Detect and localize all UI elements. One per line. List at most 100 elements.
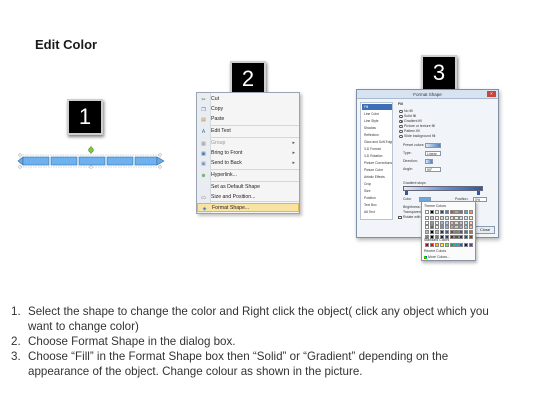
more-colors-item[interactable]: More Colors... — [428, 255, 450, 259]
close-icon[interactable]: × — [487, 91, 496, 97]
theme-color-swatch[interactable] — [429, 225, 435, 230]
theme-color-swatch[interactable] — [459, 229, 464, 235]
menu-item-format-shape[interactable]: ◈ Format Shape... — [197, 203, 299, 212]
theme-color-swatch[interactable] — [464, 229, 469, 235]
resize-handle[interactable] — [89, 165, 93, 169]
nav-item-3-d-rotation[interactable]: 3-D Rotation — [362, 153, 392, 159]
fill-option-radio[interactable] — [399, 134, 403, 139]
theme-color-swatch[interactable] — [459, 234, 464, 239]
resize-handle[interactable] — [158, 165, 162, 169]
theme-color-swatch[interactable] — [434, 225, 439, 230]
theme-color-swatch[interactable] — [444, 220, 449, 225]
theme-color-swatch[interactable] — [469, 229, 474, 235]
theme-color-swatch[interactable] — [425, 210, 430, 215]
standard-color-swatch[interactable] — [439, 243, 444, 248]
nav-item-picture-corrections[interactable]: Picture Corrections — [362, 160, 392, 166]
theme-color-swatch[interactable] — [469, 210, 474, 215]
menu-item-copy[interactable]: ❐ Copy — [197, 105, 299, 114]
theme-color-swatch[interactable] — [454, 234, 459, 239]
theme-color-swatch[interactable] — [469, 234, 474, 239]
gradient-stop-handle[interactable] — [477, 191, 480, 195]
resize-handle[interactable] — [158, 153, 162, 157]
theme-color-swatch[interactable] — [449, 220, 454, 225]
theme-color-swatch[interactable] — [434, 220, 439, 225]
fill-option-radio[interactable] — [399, 119, 403, 124]
nav-item-text-box[interactable]: Text Box — [362, 202, 392, 208]
theme-color-swatch[interactable] — [464, 220, 469, 225]
fill-option-radio[interactable] — [399, 124, 403, 129]
theme-color-swatch[interactable] — [444, 210, 449, 215]
nav-item-artistic-effects[interactable]: Artistic Effects — [362, 174, 392, 180]
standard-color-swatch[interactable] — [429, 243, 435, 248]
field-control[interactable] — [425, 143, 441, 148]
nav-item-crop[interactable]: Crop — [362, 181, 392, 187]
theme-color-swatch[interactable] — [434, 216, 439, 221]
field-control[interactable] — [425, 159, 433, 164]
standard-color-swatch[interactable] — [469, 243, 474, 248]
fill-option-radio[interactable] — [399, 114, 403, 119]
theme-color-swatch[interactable] — [425, 220, 430, 225]
field-control[interactable]: Linear — [425, 151, 441, 156]
theme-color-swatch[interactable] — [469, 225, 474, 230]
nav-item-reflection[interactable]: Reflection — [362, 132, 392, 138]
nav-item-alt-text[interactable]: Alt Text — [362, 209, 392, 215]
theme-color-swatch[interactable] — [454, 216, 459, 221]
standard-color-swatch[interactable] — [444, 243, 449, 248]
gradient-stops-bar[interactable] — [403, 186, 483, 191]
theme-color-swatch[interactable] — [449, 210, 454, 215]
theme-color-swatch[interactable] — [459, 220, 464, 225]
resize-handle[interactable] — [18, 165, 22, 169]
theme-color-swatch[interactable] — [444, 229, 449, 235]
theme-color-swatch[interactable] — [464, 225, 469, 230]
theme-color-swatch[interactable] — [429, 229, 435, 235]
fill-option-radio[interactable] — [399, 109, 403, 114]
theme-color-swatch[interactable] — [449, 216, 454, 221]
gradient-stop-handle[interactable] — [405, 191, 408, 195]
theme-color-swatch[interactable] — [464, 234, 469, 239]
theme-color-swatch[interactable] — [429, 210, 435, 215]
fill-option-radio[interactable] — [399, 129, 403, 134]
theme-color-swatch[interactable] — [459, 216, 464, 221]
nav-item-size[interactable]: Size — [362, 188, 392, 194]
rotation-handle[interactable] — [88, 147, 94, 153]
rotate-with-shape-checkbox[interactable] — [398, 215, 402, 220]
theme-color-swatch[interactable] — [425, 216, 430, 221]
menu-item-edit-text[interactable]: A Edit Text — [197, 127, 299, 136]
theme-color-swatch[interactable] — [464, 216, 469, 221]
theme-color-swatch[interactable] — [454, 225, 459, 230]
close-button[interactable]: Close — [475, 226, 495, 234]
resize-handle[interactable] — [18, 153, 22, 157]
nav-item-line-style[interactable]: Line Style — [362, 118, 392, 124]
theme-color-swatch[interactable] — [464, 210, 469, 215]
theme-color-swatch[interactable] — [439, 216, 444, 221]
standard-color-swatch[interactable] — [454, 243, 459, 248]
theme-color-swatch[interactable] — [449, 229, 454, 235]
nav-item-shadow[interactable]: Shadow — [362, 125, 392, 131]
menu-item-hyperlink[interactable]: ⊕ Hyperlink... — [197, 171, 299, 180]
nav-item-picture-color[interactable]: Picture Color — [362, 167, 392, 173]
standard-color-swatch[interactable] — [464, 243, 469, 248]
theme-color-swatch[interactable] — [454, 220, 459, 225]
nav-item-3-d-format[interactable]: 3-D Format — [362, 146, 392, 152]
theme-color-swatch[interactable] — [439, 225, 444, 230]
menu-item-cut[interactable]: ✂ Cut — [197, 95, 299, 104]
theme-color-swatch[interactable] — [459, 210, 464, 215]
theme-color-swatch[interactable] — [434, 210, 439, 215]
theme-color-swatch[interactable] — [434, 229, 439, 235]
theme-color-swatch[interactable] — [459, 225, 464, 230]
standard-color-swatch[interactable] — [434, 243, 439, 248]
theme-color-swatch[interactable] — [429, 220, 435, 225]
theme-color-swatch[interactable] — [454, 210, 459, 215]
menu-item-set-as-default-shape[interactable]: Set as Default Shape — [197, 183, 299, 192]
theme-color-swatch[interactable] — [429, 216, 435, 221]
theme-color-swatch[interactable] — [425, 225, 430, 230]
nav-item-glow-and-soft-edges[interactable]: Glow and Soft Edges — [362, 139, 392, 145]
theme-color-swatch[interactable] — [444, 216, 449, 221]
theme-color-swatch[interactable] — [439, 229, 444, 235]
theme-color-swatch[interactable] — [449, 234, 454, 239]
menu-item-send-to-back[interactable]: ▣ Send to Back ▸ — [197, 159, 299, 168]
timeline-shape[interactable] — [14, 145, 166, 175]
standard-color-swatch[interactable] — [459, 243, 464, 248]
nav-item-line-color[interactable]: Line Color — [362, 111, 392, 117]
menu-item-size-and-position[interactable]: ▭ Size and Position... — [197, 193, 299, 202]
